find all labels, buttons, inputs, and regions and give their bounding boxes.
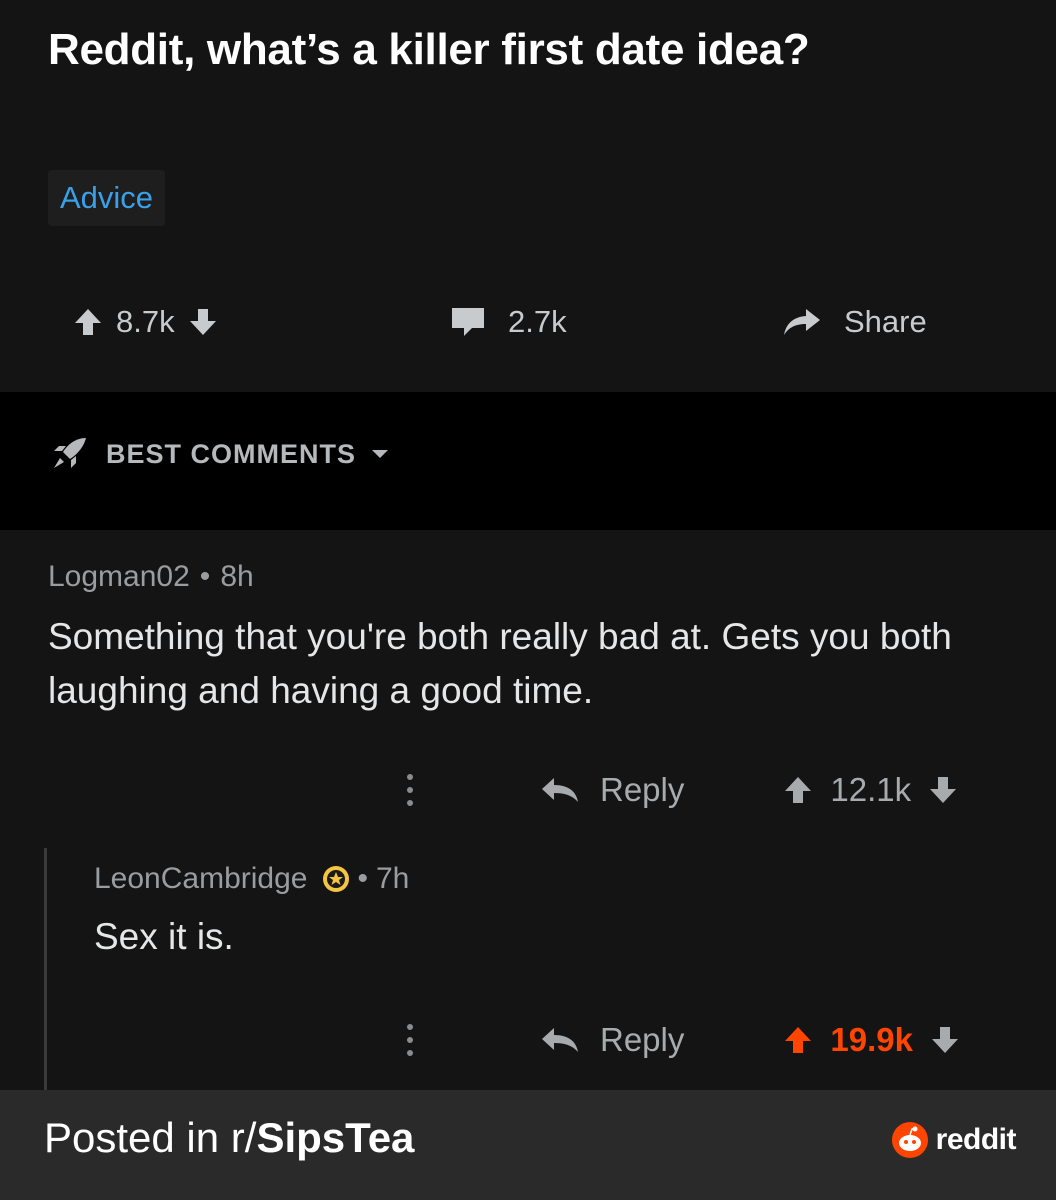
share-icon [782, 307, 822, 337]
post-share-button[interactable]: Share [782, 290, 927, 354]
comments-section: Logman02 • 8h Something that you're both… [0, 530, 1056, 1090]
post-flair[interactable]: Advice [48, 170, 166, 226]
comment-author[interactable]: Logman02 [48, 560, 190, 594]
meta-separator: • [357, 862, 368, 895]
brand-wordmark: reddit [935, 1123, 1017, 1156]
footer-banner: Posted in r/SipsTea reddit [0, 1090, 1056, 1200]
post-comment-count: 2.7k [508, 304, 567, 339]
comment-body: Sex it is. [94, 916, 234, 957]
posted-prefix: Posted in r/ [44, 1114, 257, 1161]
upvote-icon[interactable] [784, 1025, 812, 1055]
thread-line[interactable] [44, 848, 47, 1090]
reply-button[interactable]: Reply [600, 771, 684, 809]
post-vote-count: 8.7k [116, 304, 175, 339]
comment-body: Something that you're both really bad at… [48, 616, 952, 711]
comment-actions: Reply 12.1k [392, 760, 957, 820]
post-card: Reddit, what’s a killer first date idea?… [0, 0, 1056, 392]
sort-bar: BEST COMMENTS [0, 392, 1056, 530]
post-vote-group: 8.7k [74, 290, 217, 354]
post-title[interactable]: Reddit, what’s a killer first date idea? [48, 22, 948, 78]
comment-meta: LeonCambridge • 7h [94, 862, 409, 896]
upvote-icon[interactable] [74, 307, 102, 337]
post-comments-button[interactable]: 2.7k [450, 290, 567, 354]
downvote-icon[interactable] [929, 775, 957, 805]
comment-score: 19.9k [830, 1021, 913, 1058]
downvote-icon[interactable] [931, 1025, 959, 1055]
reddit-logo-icon [890, 1120, 930, 1160]
rocket-icon [50, 436, 90, 472]
reply-button[interactable]: Reply [600, 1021, 684, 1059]
comment-icon [450, 306, 486, 338]
comment-age: 8h [220, 560, 254, 593]
sort-label: BEST COMMENTS [106, 438, 357, 469]
caret-down-icon [370, 448, 390, 460]
more-icon[interactable] [392, 1023, 428, 1057]
reply-icon[interactable] [540, 1026, 580, 1054]
comment-actions: Reply 19.9k [392, 1010, 959, 1070]
post-actions: 8.7k 2.7k Share [0, 290, 1056, 354]
meta-separator: • [199, 560, 211, 593]
posted-in-label: Posted in r/SipsTea [44, 1114, 414, 1162]
reply-icon[interactable] [540, 776, 580, 804]
comment-author[interactable]: LeonCambridge [94, 862, 307, 896]
comment-age: 7h [376, 862, 410, 895]
upvote-icon[interactable] [784, 775, 812, 805]
share-label: Share [844, 304, 927, 339]
subreddit-name[interactable]: SipsTea [256, 1114, 414, 1161]
comment-meta: Logman02 • 8h [48, 560, 254, 594]
downvote-icon[interactable] [189, 307, 217, 337]
reddit-brand: reddit [890, 1120, 1017, 1160]
sort-dropdown[interactable]: BEST COMMENTS [50, 432, 390, 476]
comment-score: 12.1k [830, 771, 912, 808]
award-icon[interactable] [321, 864, 351, 894]
more-icon[interactable] [392, 773, 428, 807]
